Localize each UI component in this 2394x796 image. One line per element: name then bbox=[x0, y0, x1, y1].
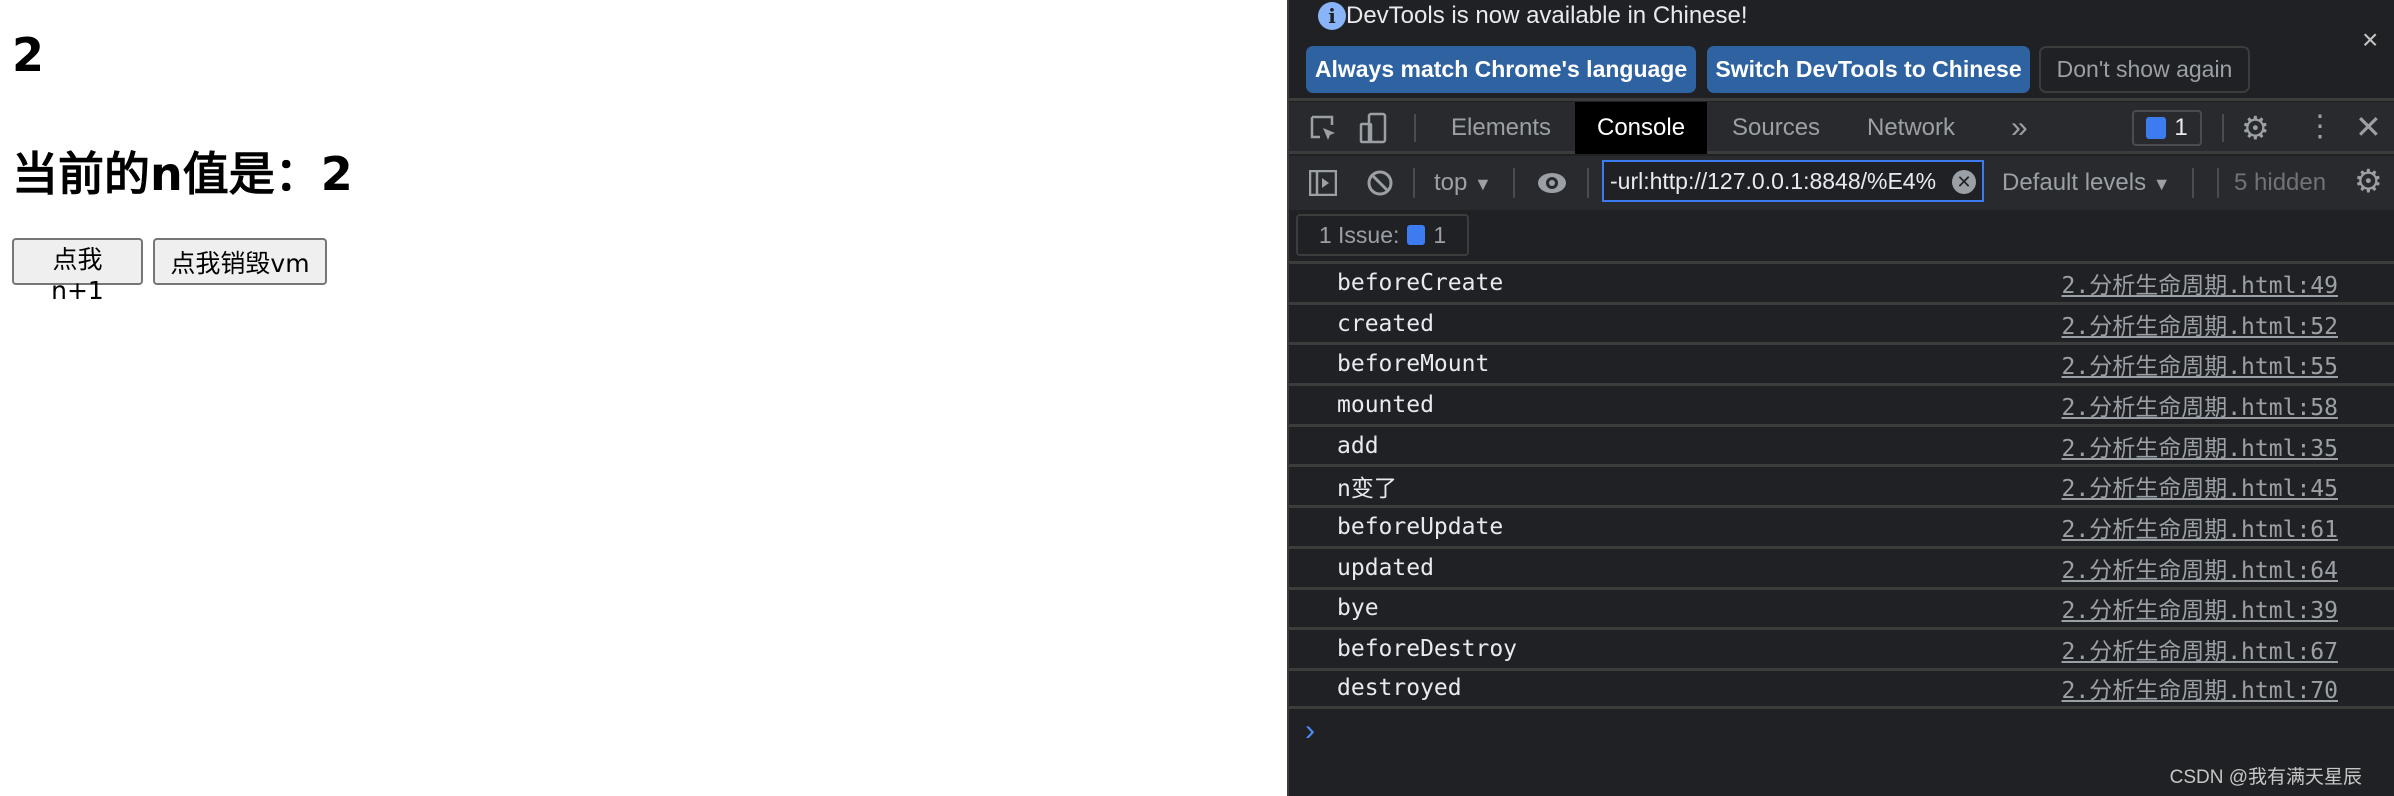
console-log-list: beforeCreate 2.分析生命周期.html:49 created 2.分析生… bbox=[1289, 261, 2394, 709]
dont-show-again-button[interactable]: Don't show again bbox=[2039, 46, 2250, 93]
console-log-row: beforeDestroy 2.分析生命周期.html:67 bbox=[1289, 627, 2394, 668]
log-message: bye bbox=[1337, 595, 1379, 622]
clear-filter-icon[interactable]: ✕ bbox=[1952, 170, 1976, 194]
log-message: beforeDestroy bbox=[1337, 636, 1518, 663]
console-log-row: n变了 2.分析生命周期.html:45 bbox=[1289, 464, 2394, 505]
issue-message-icon bbox=[1407, 225, 1426, 245]
log-message: destroyed bbox=[1337, 675, 1462, 702]
inspect-element-icon[interactable] bbox=[1309, 114, 1339, 144]
console-prompt-icon[interactable]: › bbox=[1305, 714, 1315, 748]
issues-count: 1 bbox=[1433, 221, 1447, 248]
issues-count: 1 bbox=[2174, 114, 2188, 141]
log-message: updated bbox=[1337, 554, 1434, 581]
destroy-vm-button[interactable]: 点我销毁vm bbox=[153, 238, 327, 285]
live-expression-eye-icon[interactable] bbox=[1537, 170, 1567, 196]
hidden-count: 5 hidden bbox=[2234, 169, 2327, 196]
log-message: add bbox=[1337, 432, 1379, 459]
devtools-tab-bar: Elements Console Sources Network » 1 ⚙ ⋮… bbox=[1289, 102, 2394, 154]
console-log-row: mounted 2.分析生命周期.html:58 bbox=[1289, 383, 2394, 424]
log-source-link[interactable]: 2.分析生命周期.html:39 bbox=[2062, 591, 2338, 625]
log-source-link[interactable]: 2.分析生命周期.html:67 bbox=[2062, 632, 2338, 666]
log-source-link[interactable]: 2.分析生命周期.html:35 bbox=[2062, 429, 2338, 463]
console-settings-gear-icon[interactable]: ⚙ bbox=[2354, 164, 2383, 198]
filter-value: -url:http://127.0.0.1:8848/%E4% bbox=[1610, 167, 1937, 194]
issues-button[interactable]: 1 Issue: 1 bbox=[1296, 214, 1469, 256]
log-message: beforeUpdate bbox=[1337, 513, 1504, 540]
web-page: 2 当前的n值是：2 点我n+1 点我销毁vm bbox=[0, 0, 1287, 796]
log-source-link[interactable]: 2.分析生命周期.html:64 bbox=[2062, 551, 2338, 585]
info-icon: i bbox=[1318, 2, 1346, 30]
language-infobar: i DevTools is now available in Chinese! … bbox=[1289, 0, 2394, 101]
console-log-row: destroyed 2.分析生命周期.html:70 bbox=[1289, 667, 2394, 709]
infobar-message: DevTools is now available in Chinese! bbox=[1346, 2, 1748, 29]
log-source-link[interactable]: 2.分析生命周期.html:61 bbox=[2062, 510, 2338, 544]
context-selector[interactable]: top ▼ bbox=[1434, 169, 1492, 197]
log-source-link[interactable]: 2.分析生命周期.html:49 bbox=[2062, 266, 2338, 300]
sidebar-toggle-icon[interactable] bbox=[1309, 170, 1337, 196]
log-message: beforeMount bbox=[1337, 351, 1490, 378]
console-log-row: beforeCreate 2.分析生命周期.html:49 bbox=[1289, 261, 2394, 302]
settings-gear-icon[interactable]: ⚙ bbox=[2241, 112, 2270, 144]
device-toolbar-icon[interactable] bbox=[1359, 112, 1389, 144]
log-source-link[interactable]: 2.分析生命周期.html:58 bbox=[2062, 388, 2338, 422]
log-levels-dropdown[interactable]: Default levels ▼ bbox=[2002, 169, 2171, 197]
log-source-link[interactable]: 2.分析生命周期.html:70 bbox=[2062, 671, 2338, 705]
close-devtools-icon[interactable]: ✕ bbox=[2355, 110, 2382, 144]
close-infobar-icon[interactable]: × bbox=[2362, 24, 2378, 56]
watermark: CSDN @我有满天星辰 bbox=[2169, 767, 2362, 788]
console-log-row: created 2.分析生命周期.html:52 bbox=[1289, 301, 2394, 343]
dropdown-arrow-icon: ▼ bbox=[2152, 174, 2171, 194]
console-log-row: updated 2.分析生命周期.html:64 bbox=[1289, 545, 2394, 587]
console-filter-input[interactable]: -url:http://127.0.0.1:8848/%E4% ✕ bbox=[1602, 160, 1984, 202]
tab-elements[interactable]: Elements bbox=[1429, 102, 1573, 154]
log-message: beforeCreate bbox=[1337, 269, 1504, 296]
log-message: n变了 bbox=[1337, 476, 1397, 503]
console-toolbar: top ▼ -url:http://127.0.0.1:8848/%E4% ✕ … bbox=[1289, 156, 2394, 210]
log-source-link[interactable]: 2.分析生命周期.html:45 bbox=[2062, 469, 2338, 503]
more-tabs-icon[interactable]: » bbox=[1989, 102, 2050, 154]
log-message: mounted bbox=[1337, 391, 1434, 418]
log-source-link[interactable]: 2.分析生命周期.html:52 bbox=[2062, 307, 2338, 341]
issues-counter-button[interactable]: 1 bbox=[2132, 110, 2202, 146]
devtools-panel: i DevTools is now available in Chinese! … bbox=[1287, 0, 2394, 796]
tab-network[interactable]: Network bbox=[1845, 102, 1977, 154]
console-log-row: beforeUpdate 2.分析生命周期.html:61 bbox=[1289, 505, 2394, 546]
issues-label: 1 Issue: bbox=[1318, 221, 1400, 248]
n-value-heading: 当前的n值是：2 bbox=[12, 147, 353, 201]
more-options-icon[interactable]: ⋮ bbox=[2305, 110, 2335, 144]
tab-sources[interactable]: Sources bbox=[1710, 102, 1842, 154]
console-log-row: bye 2.分析生命周期.html:39 bbox=[1289, 586, 2394, 628]
increment-button[interactable]: 点我n+1 bbox=[12, 238, 143, 305]
log-message: created bbox=[1337, 310, 1434, 337]
log-source-link[interactable]: 2.分析生命周期.html:55 bbox=[2062, 347, 2338, 381]
dropdown-arrow-icon: ▼ bbox=[1474, 174, 1492, 194]
issue-message-icon bbox=[2146, 117, 2167, 139]
tab-console[interactable]: Console bbox=[1575, 102, 1708, 154]
context-value: top bbox=[1434, 169, 1468, 196]
count-heading: 2 bbox=[12, 28, 45, 82]
console-log-row: add 2.分析生命周期.html:35 bbox=[1289, 423, 2394, 465]
clear-console-icon[interactable] bbox=[1366, 169, 1394, 197]
levels-value: Default levels bbox=[2002, 169, 2147, 196]
console-log-row: beforeMount 2.分析生命周期.html:55 bbox=[1289, 342, 2394, 383]
switch-to-chinese-button[interactable]: Switch DevTools to Chinese bbox=[1707, 46, 2030, 93]
always-match-language-button[interactable]: Always match Chrome's language bbox=[1306, 46, 1696, 93]
